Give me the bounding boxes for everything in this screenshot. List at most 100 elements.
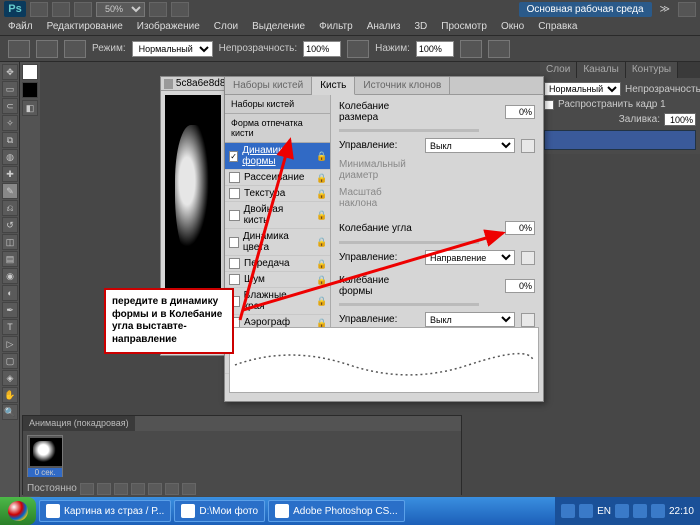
brush-preset-icon[interactable] bbox=[36, 40, 58, 58]
shape-tool[interactable]: ▢ bbox=[2, 353, 18, 369]
blend-mode-select[interactable]: Нормальный bbox=[544, 82, 621, 96]
tray-volume-icon[interactable] bbox=[651, 504, 665, 518]
tab-brush[interactable]: Кисть bbox=[312, 77, 355, 95]
tab-brush-presets[interactable]: Наборы кистей bbox=[225, 77, 312, 94]
anim-new-frame-icon[interactable] bbox=[165, 483, 179, 495]
gradient-tool[interactable]: ▤ bbox=[2, 251, 18, 267]
menu-file[interactable]: Файл bbox=[8, 21, 33, 32]
menu-layers[interactable]: Слои bbox=[214, 21, 238, 32]
workspace-chevron-icon[interactable]: ≫ bbox=[660, 4, 670, 15]
zoom-select[interactable]: 50% bbox=[96, 2, 145, 17]
swatch-bg[interactable] bbox=[22, 82, 38, 98]
move-tool[interactable]: ✥ bbox=[2, 64, 18, 80]
anim-tween-icon[interactable] bbox=[148, 483, 162, 495]
animation-tab[interactable]: Анимация (покадровая) bbox=[23, 416, 135, 431]
angle-jitter-input[interactable] bbox=[505, 221, 535, 235]
angle-jitter-slider[interactable] bbox=[339, 241, 479, 244]
anim-delete-icon[interactable] bbox=[182, 483, 196, 495]
clock[interactable]: 22:10 bbox=[669, 506, 694, 517]
menu-image[interactable]: Изображение bbox=[137, 21, 200, 32]
airbrush-icon[interactable] bbox=[460, 40, 482, 58]
hand-icon[interactable] bbox=[149, 2, 167, 17]
flow-pressure-icon[interactable] bbox=[488, 40, 510, 58]
size-jitter-input[interactable] bbox=[505, 105, 535, 119]
round-jitter-slider[interactable] bbox=[339, 303, 479, 306]
menu-view[interactable]: Просмотр bbox=[441, 21, 487, 32]
menu-select[interactable]: Выделение bbox=[252, 21, 305, 32]
brush-tip-shape-button[interactable]: Форма отпечатка кисти bbox=[225, 114, 330, 143]
start-button[interactable] bbox=[0, 497, 36, 525]
tab-channels[interactable]: Каналы bbox=[577, 62, 626, 78]
eraser-tool[interactable]: ◫ bbox=[2, 234, 18, 250]
task-explorer[interactable]: D:\Мои фото bbox=[174, 500, 265, 522]
animation-frame[interactable]: 0 сек. bbox=[27, 435, 63, 477]
anim-first-icon[interactable] bbox=[80, 483, 94, 495]
type-tool[interactable]: T bbox=[2, 319, 18, 335]
item-noise[interactable]: Шум🔒 bbox=[225, 272, 330, 288]
opacity-input[interactable] bbox=[303, 41, 341, 57]
tray-icon[interactable] bbox=[579, 504, 593, 518]
brush-presets-button[interactable]: Наборы кистей bbox=[225, 95, 330, 114]
dodge-tool[interactable]: ◐ bbox=[2, 285, 18, 301]
tab-layers[interactable]: Слои bbox=[540, 62, 577, 78]
propagate-checkbox[interactable] bbox=[544, 100, 554, 110]
round-jitter-input[interactable] bbox=[505, 279, 535, 293]
item-texture[interactable]: Текстура🔒 bbox=[225, 186, 330, 202]
menu-window[interactable]: Окно bbox=[501, 21, 524, 32]
layout-icon[interactable] bbox=[52, 2, 70, 17]
screen-mode-icon[interactable] bbox=[74, 2, 92, 17]
control1-select[interactable]: Выкл bbox=[425, 138, 515, 153]
history-brush-tool[interactable]: ↺ bbox=[2, 217, 18, 233]
task-browser[interactable]: Картина из страз / Р... bbox=[39, 500, 171, 522]
navigator-icon[interactable] bbox=[171, 2, 189, 17]
layer-row[interactable] bbox=[544, 130, 696, 150]
control2-select[interactable]: Направление bbox=[425, 250, 515, 265]
tool-preset-icon[interactable] bbox=[8, 40, 30, 58]
control1-extra-button[interactable] bbox=[521, 139, 535, 153]
eyedropper-tool[interactable]: ◍ bbox=[2, 149, 18, 165]
flow-input[interactable] bbox=[416, 41, 454, 57]
stamp-tool[interactable]: ⎌ bbox=[2, 200, 18, 216]
menu-filter[interactable]: Фильтр bbox=[319, 21, 353, 32]
document-canvas[interactable] bbox=[165, 95, 221, 295]
menu-analysis[interactable]: Анализ bbox=[367, 21, 401, 32]
menu-edit[interactable]: Редактирование bbox=[47, 21, 123, 32]
size-jitter-slider[interactable] bbox=[339, 129, 479, 132]
tab-clone-source[interactable]: Источник клонов bbox=[355, 77, 450, 94]
wand-tool[interactable]: ✧ bbox=[2, 115, 18, 131]
tray-icon[interactable] bbox=[633, 504, 647, 518]
item-dual-brush[interactable]: Двойная кисть🔒 bbox=[225, 202, 330, 229]
path-tool[interactable]: ▷ bbox=[2, 336, 18, 352]
anim-play-icon[interactable] bbox=[114, 483, 128, 495]
control2-extra-button[interactable] bbox=[521, 251, 535, 265]
frame-time[interactable]: 0 сек. bbox=[28, 468, 62, 477]
anim-next-icon[interactable] bbox=[131, 483, 145, 495]
fill-input[interactable] bbox=[664, 113, 696, 126]
control3-extra-button[interactable] bbox=[521, 313, 535, 327]
opacity-pressure-icon[interactable] bbox=[347, 40, 369, 58]
mode-select[interactable]: Нормальный bbox=[132, 41, 213, 57]
brush-tool[interactable]: ✎ bbox=[2, 183, 18, 199]
3d-tool[interactable]: ◈ bbox=[2, 370, 18, 386]
tray-icon[interactable] bbox=[615, 504, 629, 518]
item-wet-edges[interactable]: Влажные края🔒 bbox=[225, 288, 330, 315]
swatch-fg[interactable] bbox=[22, 64, 38, 80]
item-color-dynamics[interactable]: Динамика цвета🔒 bbox=[225, 229, 330, 256]
brush-panel-toggle-icon[interactable] bbox=[64, 40, 86, 58]
pen-tool[interactable]: ✒ bbox=[2, 302, 18, 318]
blur-tool[interactable]: ◉ bbox=[2, 268, 18, 284]
menu-help[interactable]: Справка bbox=[538, 21, 577, 32]
crop-tool[interactable]: ⧉ bbox=[2, 132, 18, 148]
item-shape-dynamics[interactable]: ✓Динамика формы🔒 bbox=[225, 143, 330, 170]
language-indicator[interactable]: EN bbox=[597, 506, 611, 517]
anim-prev-icon[interactable] bbox=[97, 483, 111, 495]
bridge-icon[interactable] bbox=[30, 2, 48, 17]
control3-select[interactable]: Выкл bbox=[425, 312, 515, 327]
marquee-tool[interactable]: ▭ bbox=[2, 81, 18, 97]
healing-tool[interactable]: ✚ bbox=[2, 166, 18, 182]
task-photoshop[interactable]: Adobe Photoshop CS... bbox=[268, 500, 405, 522]
zoom-tool[interactable]: 🔍 bbox=[2, 404, 18, 420]
workspace-button[interactable]: Основная рабочая среда bbox=[519, 2, 652, 17]
tab-paths[interactable]: Контуры bbox=[626, 62, 678, 78]
item-scattering[interactable]: Рассеивание🔒 bbox=[225, 170, 330, 186]
